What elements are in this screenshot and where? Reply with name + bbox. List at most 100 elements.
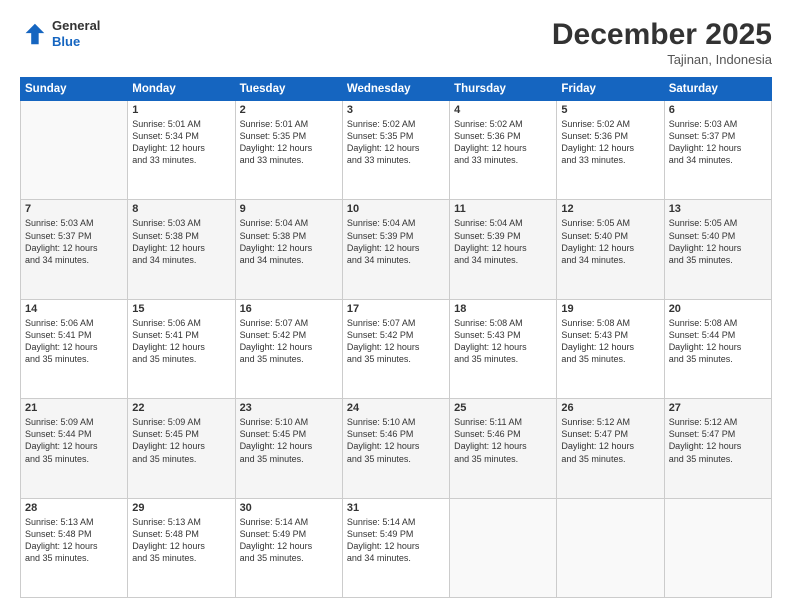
calendar-cell: 23Sunrise: 5:10 AMSunset: 5:45 PMDayligh… bbox=[235, 399, 342, 498]
cell-info: Sunrise: 5:10 AMSunset: 5:46 PMDaylight:… bbox=[347, 416, 445, 465]
day-number: 9 bbox=[240, 203, 338, 215]
calendar-cell: 16Sunrise: 5:07 AMSunset: 5:42 PMDayligh… bbox=[235, 299, 342, 398]
day-number: 4 bbox=[454, 104, 552, 116]
day-number: 31 bbox=[347, 502, 445, 514]
calendar-row-4: 28 Sunrise: 5:13 AMSunset: 5:48 PMDayligh… bbox=[21, 498, 772, 597]
day-number: 5 bbox=[561, 104, 659, 116]
cell-info: Sunrise: 5:09 AMSunset: 5:44 PMDaylight:… bbox=[25, 416, 123, 465]
cell-info: Sunrise: 5:06 AMSunset: 5:41 PMDaylight:… bbox=[25, 317, 123, 366]
cell-info: Sunrise: 5:07 AMSunset: 5:42 PMDaylight:… bbox=[347, 317, 445, 366]
day-number: 22 bbox=[132, 402, 230, 414]
calendar-cell: 18 Sunrise: 5:08 AMSunset: 5:43 PMDayligh… bbox=[450, 299, 557, 398]
day-number: 16 bbox=[240, 303, 338, 315]
cell-info: Sunrise: 5:12 AMSunset: 5:47 PMDaylight:… bbox=[561, 416, 659, 465]
day-number: 1 bbox=[132, 104, 230, 116]
cell-info: Sunrise: 5:13 AMSunset: 5:48 PMDaylight:… bbox=[132, 516, 230, 565]
calendar-row-1: 7 Sunrise: 5:03 AMSunset: 5:37 PMDaylight… bbox=[21, 200, 772, 299]
header-tuesday: Tuesday bbox=[235, 78, 342, 101]
calendar-cell: 15Sunrise: 5:06 AMSunset: 5:41 PMDayligh… bbox=[128, 299, 235, 398]
day-number: 11 bbox=[454, 203, 552, 215]
cell-info: Sunrise: 5:08 AMSunset: 5:44 PMDaylight:… bbox=[669, 317, 767, 366]
cell-info: Sunrise: 5:02 AMSunset: 5:36 PMDaylight:… bbox=[454, 118, 552, 167]
cell-info: Sunrise: 5:05 AMSunset: 5:40 PMDaylight:… bbox=[561, 217, 659, 266]
cell-info: Sunrise: 5:09 AMSunset: 5:45 PMDaylight:… bbox=[132, 416, 230, 465]
day-number: 20 bbox=[669, 303, 767, 315]
cell-info: Sunrise: 5:14 AMSunset: 5:49 PMDaylight:… bbox=[240, 516, 338, 565]
day-number: 29 bbox=[132, 502, 230, 514]
calendar-cell: 11 Sunrise: 5:04 AMSunset: 5:39 PMDayligh… bbox=[450, 200, 557, 299]
day-number: 6 bbox=[669, 104, 767, 116]
day-number: 24 bbox=[347, 402, 445, 414]
calendar-cell: 8 Sunrise: 5:03 AMSunset: 5:38 PMDaylight… bbox=[128, 200, 235, 299]
calendar-cell: 17Sunrise: 5:07 AMSunset: 5:42 PMDayligh… bbox=[342, 299, 449, 398]
cell-info: Sunrise: 5:03 AMSunset: 5:37 PMDaylight:… bbox=[669, 118, 767, 167]
header-monday: Monday bbox=[128, 78, 235, 101]
cell-info: Sunrise: 5:03 AMSunset: 5:37 PMDaylight:… bbox=[25, 217, 123, 266]
cell-info: Sunrise: 5:04 AMSunset: 5:39 PMDaylight:… bbox=[347, 217, 445, 266]
cell-info: Sunrise: 5:04 AMSunset: 5:38 PMDaylight:… bbox=[240, 217, 338, 266]
calendar-row-2: 14 Sunrise: 5:06 AMSunset: 5:41 PMDayligh… bbox=[21, 299, 772, 398]
calendar-cell: 3 Sunrise: 5:02 AMSunset: 5:35 PMDaylight… bbox=[342, 101, 449, 200]
day-number: 13 bbox=[669, 203, 767, 215]
calendar-cell bbox=[557, 498, 664, 597]
cell-info: Sunrise: 5:01 AMSunset: 5:34 PMDaylight:… bbox=[132, 118, 230, 167]
day-number: 18 bbox=[454, 303, 552, 315]
calendar-cell: 14 Sunrise: 5:06 AMSunset: 5:41 PMDayligh… bbox=[21, 299, 128, 398]
cell-info: Sunrise: 5:05 AMSunset: 5:40 PMDaylight:… bbox=[669, 217, 767, 266]
calendar-cell: 10Sunrise: 5:04 AMSunset: 5:39 PMDayligh… bbox=[342, 200, 449, 299]
page: General Blue December 2025 Tajinan, Indo… bbox=[0, 0, 792, 612]
calendar-cell: 5 Sunrise: 5:02 AMSunset: 5:36 PMDaylight… bbox=[557, 101, 664, 200]
calendar-body: 1 Sunrise: 5:01 AMSunset: 5:34 PMDaylight… bbox=[21, 101, 772, 598]
calendar-cell: 31Sunrise: 5:14 AMSunset: 5:49 PMDayligh… bbox=[342, 498, 449, 597]
cell-info: Sunrise: 5:02 AMSunset: 5:35 PMDaylight:… bbox=[347, 118, 445, 167]
calendar-cell: 20 Sunrise: 5:08 AMSunset: 5:44 PMDayligh… bbox=[664, 299, 771, 398]
day-number: 26 bbox=[561, 402, 659, 414]
cell-info: Sunrise: 5:04 AMSunset: 5:39 PMDaylight:… bbox=[454, 217, 552, 266]
calendar-cell: 21Sunrise: 5:09 AMSunset: 5:44 PMDayligh… bbox=[21, 399, 128, 498]
title-block: December 2025 Tajinan, Indonesia bbox=[552, 18, 772, 67]
calendar-cell: 29 Sunrise: 5:13 AMSunset: 5:48 PMDayligh… bbox=[128, 498, 235, 597]
cell-info: Sunrise: 5:08 AMSunset: 5:43 PMDaylight:… bbox=[454, 317, 552, 366]
calendar-row-3: 21Sunrise: 5:09 AMSunset: 5:44 PMDayligh… bbox=[21, 399, 772, 498]
calendar-cell: 28Sunrise: 5:13 AMSunset: 5:48 PMDayligh… bbox=[21, 498, 128, 597]
logo: General Blue bbox=[20, 18, 100, 49]
calendar-cell: 7 Sunrise: 5:03 AMSunset: 5:37 PMDaylight… bbox=[21, 200, 128, 299]
day-number: 14 bbox=[25, 303, 123, 315]
day-number: 30 bbox=[240, 502, 338, 514]
day-number: 3 bbox=[347, 104, 445, 116]
calendar-cell bbox=[450, 498, 557, 597]
calendar-cell: 27 Sunrise: 5:12 AMSunset: 5:47 PMDayligh… bbox=[664, 399, 771, 498]
cell-info: Sunrise: 5:10 AMSunset: 5:45 PMDaylight:… bbox=[240, 416, 338, 465]
day-number: 8 bbox=[132, 203, 230, 215]
day-number: 27 bbox=[669, 402, 767, 414]
day-number: 28 bbox=[25, 502, 123, 514]
cell-info: Sunrise: 5:11 AMSunset: 5:46 PMDaylight:… bbox=[454, 416, 552, 465]
header-sunday: Sunday bbox=[21, 78, 128, 101]
calendar-cell: 6 Sunrise: 5:03 AMSunset: 5:37 PMDaylight… bbox=[664, 101, 771, 200]
calendar-cell: 30 Sunrise: 5:14 AMSunset: 5:49 PMDayligh… bbox=[235, 498, 342, 597]
logo-general: General bbox=[52, 18, 100, 34]
location: Tajinan, Indonesia bbox=[552, 52, 772, 67]
day-number: 25 bbox=[454, 402, 552, 414]
day-number: 7 bbox=[25, 203, 123, 215]
cell-info: Sunrise: 5:12 AMSunset: 5:47 PMDaylight:… bbox=[669, 416, 767, 465]
logo-icon bbox=[20, 20, 48, 48]
calendar-cell: 19Sunrise: 5:08 AMSunset: 5:43 PMDayligh… bbox=[557, 299, 664, 398]
header-wednesday: Wednesday bbox=[342, 78, 449, 101]
calendar-header-row: SundayMondayTuesdayWednesdayThursdayFrid… bbox=[21, 78, 772, 101]
calendar-cell: 2Sunrise: 5:01 AMSunset: 5:35 PMDaylight… bbox=[235, 101, 342, 200]
day-number: 2 bbox=[240, 104, 338, 116]
cell-info: Sunrise: 5:03 AMSunset: 5:38 PMDaylight:… bbox=[132, 217, 230, 266]
month-title: December 2025 bbox=[552, 18, 772, 52]
calendar-cell: 1 Sunrise: 5:01 AMSunset: 5:34 PMDaylight… bbox=[128, 101, 235, 200]
calendar-cell: 4 Sunrise: 5:02 AMSunset: 5:36 PMDaylight… bbox=[450, 101, 557, 200]
day-number: 12 bbox=[561, 203, 659, 215]
calendar-table: SundayMondayTuesdayWednesdayThursdayFrid… bbox=[20, 77, 772, 598]
day-number: 19 bbox=[561, 303, 659, 315]
calendar-cell: 12 Sunrise: 5:05 AMSunset: 5:40 PMDayligh… bbox=[557, 200, 664, 299]
logo-blue: Blue bbox=[52, 34, 100, 50]
cell-info: Sunrise: 5:02 AMSunset: 5:36 PMDaylight:… bbox=[561, 118, 659, 167]
header-thursday: Thursday bbox=[450, 78, 557, 101]
calendar-cell: 25 Sunrise: 5:11 AMSunset: 5:46 PMDayligh… bbox=[450, 399, 557, 498]
logo-text: General Blue bbox=[52, 18, 100, 49]
